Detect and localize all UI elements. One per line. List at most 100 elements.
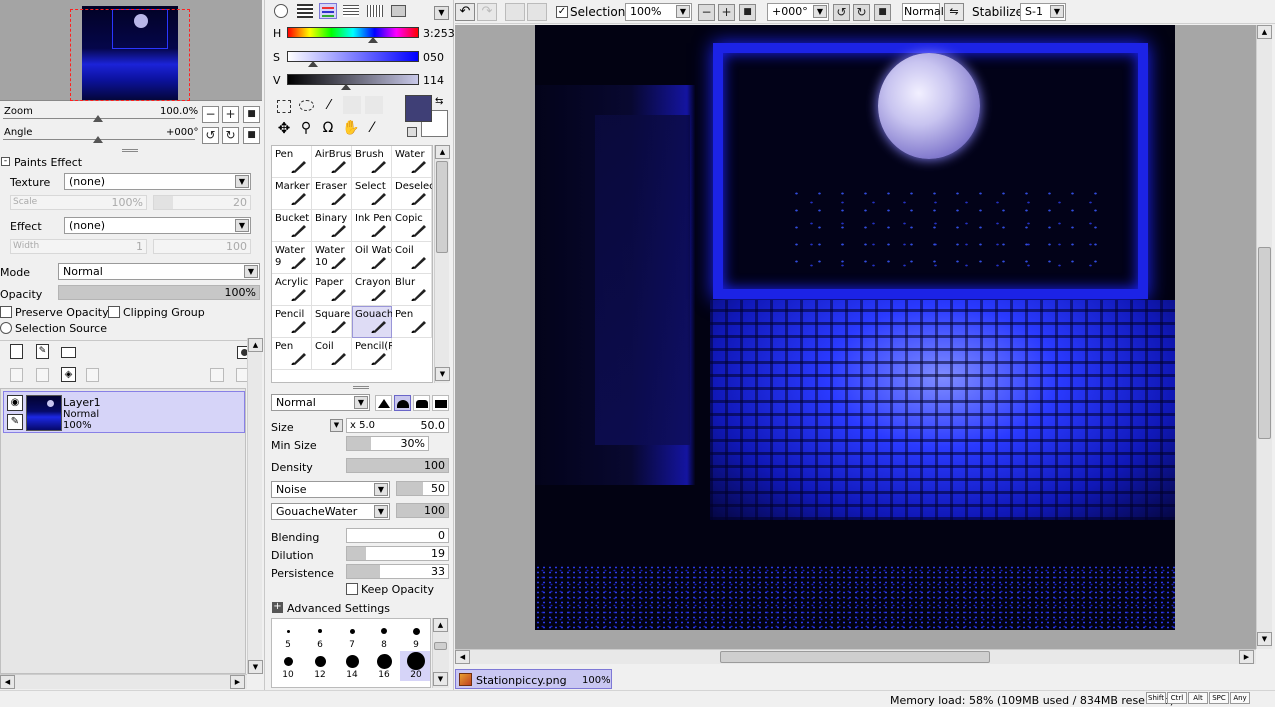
- scroll-down-arrow[interactable]: ▼: [1257, 632, 1272, 646]
- hsv-sliders-icon[interactable]: [319, 3, 337, 19]
- saturation-slider-knob[interactable]: [308, 61, 318, 67]
- blending-bar[interactable]: 0: [346, 528, 449, 543]
- canvas-viewport[interactable]: [455, 25, 1256, 649]
- tool-deselect[interactable]: Deselect: [392, 178, 432, 210]
- tool-pencil-re[interactable]: Pencil(Re: [352, 338, 392, 370]
- color-wheel-icon[interactable]: [274, 4, 288, 18]
- brush-shape-soft-icon[interactable]: [394, 395, 411, 411]
- scroll-up-arrow[interactable]: ▲: [433, 618, 448, 632]
- persistence-bar[interactable]: 33: [346, 564, 449, 579]
- tool-binary[interactable]: Binary: [312, 210, 352, 242]
- layer-list-hscrollbar[interactable]: ◀ ▶: [0, 674, 247, 689]
- scroll-left-arrow[interactable]: ◀: [455, 650, 470, 664]
- move-icon[interactable]: ✥: [276, 120, 292, 136]
- layer-list-scrollbar[interactable]: ▲ ▼: [247, 338, 263, 674]
- hue-slider-knob[interactable]: [368, 37, 378, 43]
- brush-size-preset[interactable]: 6: [304, 621, 336, 651]
- brush-shape-sharp-icon[interactable]: [375, 395, 392, 411]
- clear-layer-icon[interactable]: ◈: [61, 367, 76, 382]
- tool-water[interactable]: Water 10: [312, 242, 352, 274]
- clipping-group-checkbox[interactable]: [108, 306, 120, 318]
- texture-select[interactable]: (none) ▼: [64, 173, 251, 190]
- tool-pen[interactable]: Pen: [272, 146, 312, 178]
- tool-paper[interactable]: Paper: [312, 274, 352, 306]
- brush-size-preset[interactable]: 20: [400, 651, 430, 681]
- scroll-down-arrow[interactable]: ▼: [435, 367, 450, 381]
- hue-slider[interactable]: [287, 27, 419, 38]
- new-vector-layer-icon[interactable]: ✎: [36, 344, 49, 359]
- view-mode-box[interactable]: Normal: [902, 3, 944, 21]
- toolbar-zoom-in-button[interactable]: +: [718, 4, 735, 21]
- toolbar-rotate-left-button[interactable]: ↺: [833, 4, 850, 21]
- layer-list[interactable]: ◉ ✎ Layer1 Normal 100%: [0, 388, 246, 674]
- color-swatches-icon[interactable]: [343, 5, 359, 17]
- zoom-magnifier-icon[interactable]: ⚲: [298, 120, 314, 136]
- effect-select[interactable]: (none) ▼: [64, 217, 251, 234]
- rotate-icon[interactable]: Ω: [320, 120, 336, 136]
- scroll-thumb[interactable]: [720, 651, 990, 663]
- scroll-left-arrow[interactable]: ◀: [0, 675, 15, 689]
- reset-colors-icon[interactable]: [407, 127, 417, 137]
- layer-row[interactable]: ◉ ✎ Layer1 Normal 100%: [3, 391, 245, 433]
- scroll-thumb[interactable]: [436, 161, 448, 253]
- visibility-eye-icon[interactable]: ◉: [7, 395, 23, 411]
- brush-size-preset[interactable]: 16: [368, 651, 400, 681]
- tool-pen[interactable]: Pen: [272, 338, 312, 370]
- brush-size-bar[interactable]: x 5.0 50.0: [346, 418, 449, 433]
- tool-blur[interactable]: Blur: [392, 274, 432, 306]
- canvas-horizontal-scrollbar[interactable]: ◀ ▶: [455, 649, 1256, 664]
- size-mult-dropdown[interactable]: ▼: [330, 419, 343, 432]
- min-size-bar[interactable]: 30%: [346, 436, 429, 451]
- brush-shape-flat-icon[interactable]: [413, 395, 430, 411]
- tool-marker[interactable]: Marker: [272, 178, 312, 210]
- toolbar-rotate-reset-button[interactable]: ■: [874, 4, 891, 21]
- toolbar-zoom-reset-button[interactable]: ■: [739, 4, 756, 21]
- tool-bucket[interactable]: Bucket: [272, 210, 312, 242]
- rgb-sliders-icon[interactable]: [297, 4, 313, 18]
- document-tab[interactable]: Stationpiccy.png 100%: [455, 669, 612, 689]
- new-layer-icon[interactable]: [10, 344, 23, 359]
- tool-acrylic[interactable]: Acrylic: [272, 274, 312, 306]
- scroll-up-arrow[interactable]: ▲: [248, 338, 263, 352]
- tool-airbrush[interactable]: AirBrush: [312, 146, 352, 178]
- undo-icon[interactable]: ↶: [455, 3, 475, 21]
- density-bar[interactable]: 100: [346, 458, 449, 473]
- tool-grid-scrollbar[interactable]: ▲ ▼: [434, 145, 450, 383]
- brush-size-preset[interactable]: 8: [368, 621, 400, 651]
- scroll-thumb[interactable]: [1258, 247, 1271, 439]
- brush-texture-select[interactable]: GouacheWater ▼: [271, 503, 390, 520]
- tool-brush[interactable]: Brush: [352, 146, 392, 178]
- advanced-settings-label[interactable]: Advanced Settings: [287, 602, 390, 615]
- paints-effect-header[interactable]: Paints Effect: [14, 156, 82, 169]
- zoom-reset-button[interactable]: ■: [243, 106, 260, 123]
- noise-bar[interactable]: 50: [396, 481, 449, 496]
- scroll-up-arrow[interactable]: ▲: [435, 145, 450, 159]
- tool-crayon[interactable]: Crayon: [352, 274, 392, 306]
- scroll-right-arrow[interactable]: ▶: [230, 675, 245, 689]
- tool-coil[interactable]: Coil: [312, 338, 352, 370]
- magic-wand-icon[interactable]: ⁄: [321, 98, 337, 114]
- panel-splitter-handle[interactable]: [353, 386, 369, 389]
- scroll-down-arrow[interactable]: ▼: [433, 672, 448, 686]
- brush-shape-square-icon[interactable]: [432, 395, 449, 411]
- swap-colors-icon[interactable]: ⇆: [435, 96, 447, 108]
- tool-square[interactable]: Square: [312, 306, 352, 338]
- tool-coil[interactable]: Coil: [392, 242, 432, 274]
- tool-ink-pen[interactable]: Ink Pen: [352, 210, 392, 242]
- hand-icon[interactable]: ✋: [342, 120, 359, 136]
- eyedropper-icon[interactable]: ⁄: [364, 120, 380, 136]
- nav-angle-slider-knob[interactable]: [93, 136, 103, 143]
- toolbar-zoom-out-button[interactable]: −: [698, 4, 715, 21]
- preserve-opacity-checkbox[interactable]: [0, 306, 12, 318]
- nav-zoom-slider-knob[interactable]: [93, 115, 103, 122]
- stabilizer-select[interactable]: S-1 ▼: [1020, 3, 1066, 21]
- scroll-down-arrow[interactable]: ▼: [248, 660, 263, 674]
- navigator-preview[interactable]: [0, 0, 262, 101]
- canvas-image[interactable]: [535, 25, 1175, 630]
- canvas-vertical-scrollbar[interactable]: ▲ ▼: [1256, 25, 1272, 649]
- tool-eraser[interactable]: Eraser: [312, 178, 352, 210]
- selection-source-radio[interactable]: [0, 322, 12, 334]
- brush-blend-select[interactable]: Normal ▼: [271, 394, 370, 411]
- scroll-right-arrow[interactable]: ▶: [1239, 650, 1254, 664]
- value-slider[interactable]: [287, 74, 419, 85]
